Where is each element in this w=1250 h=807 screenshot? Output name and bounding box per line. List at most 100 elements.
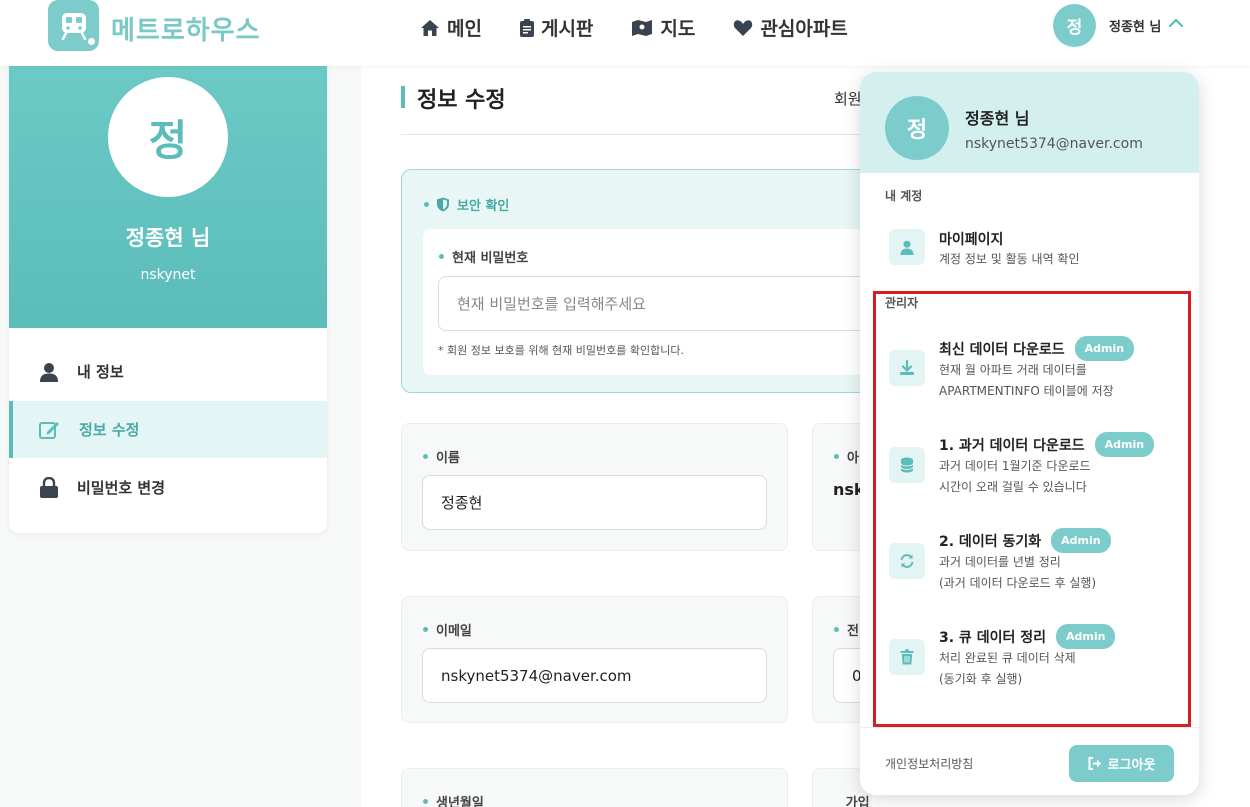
nav-main-label: 메인: [447, 18, 482, 40]
sidebar-item-label: 정보 수정: [79, 421, 140, 439]
admin-item-desc-line1: 현재 월 아파트 거래 데이터를: [939, 363, 1087, 377]
mypage-desc: 계정 정보 및 활동 내역 확인: [939, 252, 1080, 266]
admin-item-desc-line1: 과거 데이터를 년별 정리: [939, 555, 1061, 569]
home-icon: [421, 19, 439, 36]
sidebar-item-label: 비밀번호 변경: [77, 479, 166, 497]
admin-section-label: 관리자: [885, 296, 919, 310]
birth-label: 생년월일: [423, 792, 484, 807]
security-check-section: 보안 확인 현재 비밀번호 현재 비밀번호를 입력해주세요 * 회원 정보 보호…: [401, 169, 921, 393]
sidebar-item-my-info[interactable]: 내 정보: [9, 343, 327, 400]
password-card: 현재 비밀번호 현재 비밀번호를 입력해주세요 * 회원 정보 보호를 위해 현…: [423, 229, 903, 375]
sync-icon: [889, 543, 925, 579]
dropdown-header: 정 정종현 님 nskynet5374@naver.com: [860, 72, 1199, 173]
mypage-title: 마이페이지: [939, 232, 1004, 248]
top-header: 메트로하우스 메인 게시판 지도 관심아파트 정 정종현 님: [0, 0, 1250, 66]
bullet-dot: [834, 627, 839, 632]
admin-badge: Admin: [1055, 624, 1116, 649]
profile-id: nskynet: [140, 267, 196, 283]
password-note: * 회원 정보 보호를 위해 현재 비밀번호를 확인합니다.: [438, 344, 684, 357]
menu-item-mypage[interactable]: 마이페이지 계정 정보 및 활동 내역 확인: [889, 229, 1179, 269]
admin-badge: Admin: [1051, 528, 1111, 553]
sidebar-item-edit-info[interactable]: 정보 수정: [9, 401, 327, 458]
user-dropdown-menu: 정 정종현 님 nskynet5374@naver.com 내 계정 마이페이지…: [860, 72, 1199, 795]
app-name[interactable]: 메트로하우스: [111, 10, 261, 47]
sidebar-item-label: 내 정보: [77, 363, 124, 381]
user-icon: [40, 362, 58, 382]
nav-map[interactable]: 지도: [631, 14, 695, 41]
nav-map-label: 지도: [660, 18, 696, 40]
email-label: 이메일: [423, 620, 472, 639]
user-name[interactable]: 정종현 님: [1109, 16, 1161, 35]
dropdown-avatar: 정: [885, 96, 949, 160]
edit-icon: [39, 421, 59, 439]
admin-item-desc-line2: (과거 데이터 다운로드 후 실행): [939, 576, 1097, 590]
mypage-title-row: 마이페이지: [939, 229, 1003, 249]
admin-badge: Admin: [1074, 336, 1135, 361]
birth-field-card: 생년월일: [401, 768, 788, 807]
clipboard-icon: [519, 18, 534, 37]
admin-item-title: 최신 데이터 다운로드: [939, 341, 1065, 358]
logout-button[interactable]: 로그아웃: [1069, 745, 1174, 782]
phone-label-text: 전: [847, 624, 859, 639]
heart-icon: [734, 19, 753, 36]
admin-item-desc-line2: APARTMENTINFO 테이블에 저장: [939, 384, 1114, 398]
password-label: 현재 비밀번호: [439, 247, 528, 266]
current-password-input[interactable]: 현재 비밀번호를 입력해주세요: [438, 276, 898, 331]
name-label-text: 이름: [436, 451, 460, 466]
tab-member[interactable]: 회원: [834, 88, 862, 109]
nav-favorites[interactable]: 관심아파트: [733, 14, 848, 41]
admin-item-title: 3. 큐 데이터 정리: [939, 629, 1046, 646]
joined-label-text: 가입일: [845, 796, 870, 807]
menu-item-data-sync[interactable]: 2. 데이터 동기화 Admin 과거 데이터를 년별 정리 (과거 데이터 다…: [889, 528, 1179, 598]
password-label-text: 현재 비밀번호: [452, 251, 529, 266]
bullet-dot: [424, 202, 429, 207]
account-section-label: 내 계정: [885, 189, 923, 203]
shield-icon: [437, 197, 449, 212]
privacy-policy-link[interactable]: 개인정보처리방침: [885, 755, 973, 772]
map-icon: [632, 19, 653, 36]
nav-board[interactable]: 게시판: [519, 14, 594, 41]
birth-label-text: 생년월일: [436, 796, 484, 807]
security-heading-label: 보안 확인: [457, 199, 510, 214]
logo-icon[interactable]: [48, 0, 99, 51]
logout-label: 로그아웃: [1107, 758, 1156, 773]
main-nav: 메인 게시판 지도 관심아파트: [420, 14, 848, 41]
dropdown-user-name: 정종현 님: [965, 109, 1030, 128]
profile-card: 정 정종현 님 nskynet 내 정보 정보 수정 비밀번호 변경: [9, 66, 327, 533]
menu-item-past-download[interactable]: 1. 과거 데이터 다운로드 Admin 과거 데이터 1월기준 다운로드 시간…: [889, 432, 1179, 502]
name-field-card: 이름 정종현: [401, 423, 788, 551]
database-icon: [889, 447, 925, 483]
page-title: 정보 수정: [417, 88, 506, 113]
divider: [401, 134, 911, 135]
admin-item-desc-line1: 처리 완료된 큐 데이터 삭제: [939, 651, 1076, 665]
user-icon: [889, 229, 925, 265]
admin-badge: Admin: [1094, 432, 1155, 457]
admin-item-desc-line2: 시간이 오래 걸릴 수 있습니다: [939, 480, 1087, 494]
phone-label: 전: [834, 620, 859, 639]
bullet-dot: [423, 627, 428, 632]
menu-item-latest-download[interactable]: 최신 데이터 다운로드 Admin 현재 월 아파트 거래 데이터를 APART…: [889, 336, 1179, 406]
bullet-dot: [423, 454, 428, 459]
dropdown-user-email: nskynet5374@naver.com: [965, 136, 1143, 152]
name-input[interactable]: 정종현: [422, 475, 767, 530]
admin-item-title: 2. 데이터 동기화: [939, 533, 1042, 550]
chevron-up-icon[interactable]: [1168, 17, 1184, 29]
security-heading: 보안 확인: [424, 195, 509, 214]
profile-banner: 정 정종현 님 nskynet: [9, 66, 327, 328]
trash-icon: [889, 639, 925, 675]
admin-item-desc-line1: 과거 데이터 1월기준 다운로드: [939, 459, 1091, 473]
sidebar-item-change-password[interactable]: 비밀번호 변경: [9, 459, 327, 516]
footer-divider: [860, 727, 1199, 728]
nav-main[interactable]: 메인: [420, 14, 482, 41]
admin-title-row: 2. 데이터 동기화 Admin: [939, 528, 1111, 553]
id-label-text: 아: [847, 451, 859, 466]
profile-avatar: 정: [108, 77, 228, 197]
nav-board-label: 게시판: [540, 18, 594, 40]
menu-item-queue-cleanup[interactable]: 3. 큐 데이터 정리 Admin 처리 완료된 큐 데이터 삭제 (동기화 후…: [889, 624, 1179, 694]
email-input[interactable]: nskynet5374@naver.com: [422, 648, 767, 703]
admin-title-row: 1. 과거 데이터 다운로드 Admin: [939, 432, 1155, 457]
admin-item-title: 1. 과거 데이터 다운로드: [939, 437, 1085, 454]
user-avatar[interactable]: 정: [1053, 4, 1096, 47]
id-label: 아: [834, 447, 859, 466]
nav-favorites-label: 관심아파트: [760, 18, 848, 40]
